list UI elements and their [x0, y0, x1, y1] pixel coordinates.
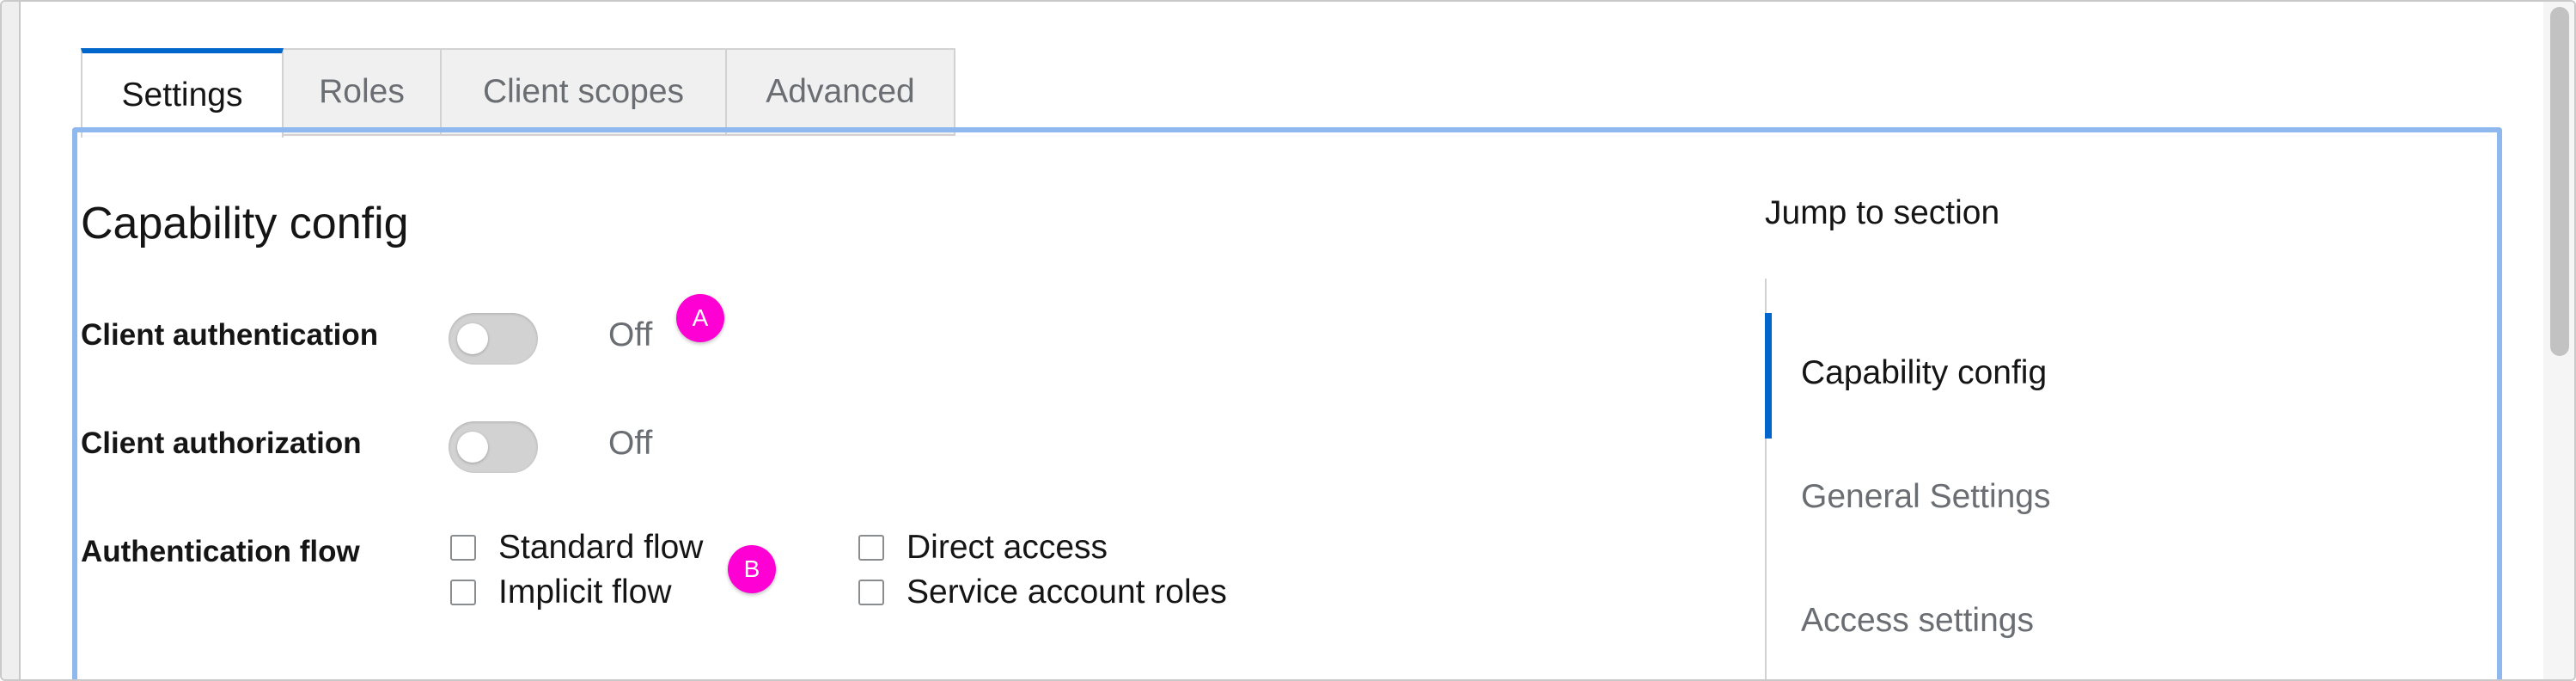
checkbox-icon[interactable] [858, 535, 884, 561]
scrollbar-thumb[interactable] [2550, 7, 2569, 356]
standard-flow-label: Standard flow [498, 529, 704, 566]
authentication-flow-label: Authentication flow [81, 535, 360, 568]
checkbox-icon[interactable] [858, 580, 884, 605]
tab-roles[interactable]: Roles [284, 48, 442, 136]
jump-link-access-settings[interactable]: Access settings [1801, 602, 2034, 640]
checkbox-icon[interactable] [450, 580, 476, 605]
annotation-badge-a: A [676, 294, 724, 342]
toggle-switch-icon [457, 323, 488, 354]
service-account-roles-checkbox[interactable]: Service account roles [858, 573, 1227, 612]
direct-access-label: Direct access [906, 529, 1108, 566]
client-authentication-switch[interactable] [449, 313, 538, 365]
client-authentication-label: Client authentication [81, 318, 379, 352]
vertical-scrollbar[interactable] [2543, 2, 2574, 679]
tab-client-scopes[interactable]: Client scopes [442, 48, 727, 136]
checkbox-icon[interactable] [450, 535, 476, 561]
client-authorization-label: Client authorization [81, 426, 362, 460]
client-authorization-state: Off [608, 425, 653, 462]
annotation-badge-b: B [728, 545, 776, 593]
window-left-edge [2, 2, 21, 679]
tab-settings[interactable]: Settings [81, 48, 284, 138]
app-window: Settings Roles Client scopes Advanced Ca… [0, 0, 2576, 681]
jump-active-indicator [1765, 313, 1772, 439]
tab-advanced[interactable]: Advanced [727, 48, 955, 136]
jump-link-general-settings[interactable]: General Settings [1801, 478, 2051, 516]
settings-panel [72, 127, 2502, 679]
service-account-roles-label: Service account roles [906, 574, 1227, 610]
section-title: Capability config [81, 199, 409, 248]
jump-to-section-title: Jump to section [1765, 194, 2000, 231]
client-authorization-switch[interactable] [449, 421, 538, 473]
client-authentication-state: Off [608, 316, 653, 353]
implicit-flow-label: Implicit flow [498, 574, 672, 610]
toggle-switch-icon [457, 432, 488, 463]
jump-link-capability-config[interactable]: Capability config [1801, 354, 2047, 392]
implicit-flow-checkbox[interactable]: Implicit flow [450, 573, 672, 612]
tab-bar: Settings Roles Client scopes Advanced [81, 48, 955, 138]
direct-access-checkbox[interactable]: Direct access [858, 528, 1108, 568]
standard-flow-checkbox[interactable]: Standard flow [450, 528, 703, 568]
